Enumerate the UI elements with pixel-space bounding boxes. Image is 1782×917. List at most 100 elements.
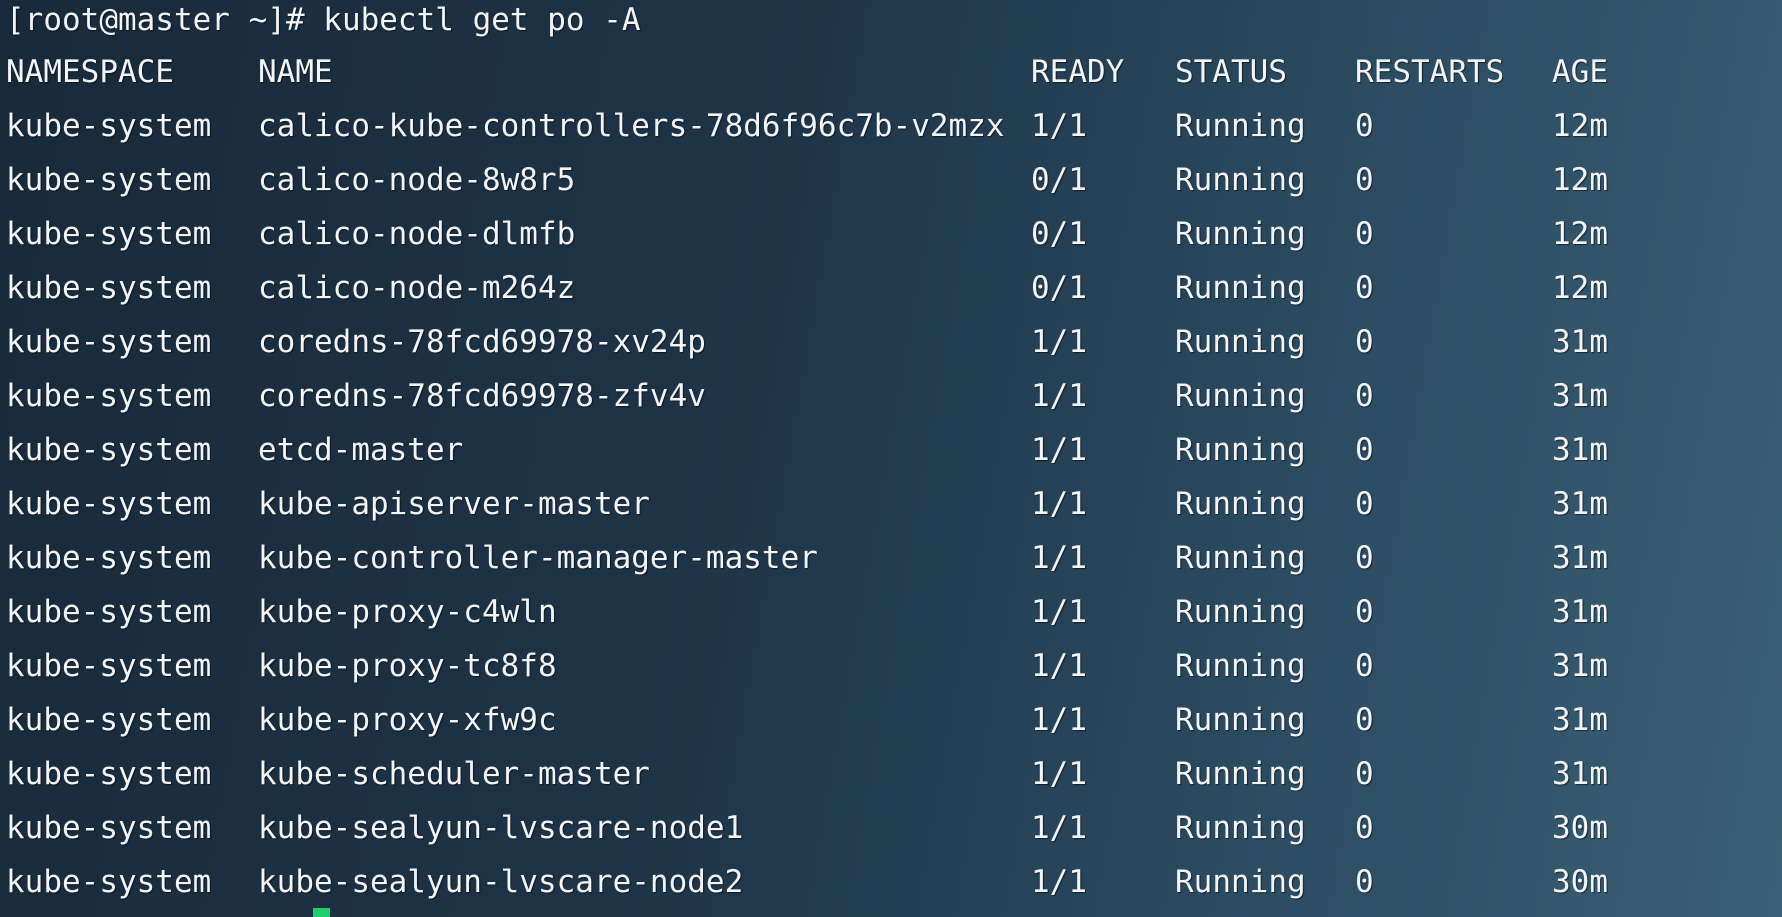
cell-namespace: kube-system xyxy=(6,540,212,576)
cell-status: Running xyxy=(1175,162,1306,198)
cell-status: Running xyxy=(1175,378,1306,414)
cell-restarts: 0 xyxy=(1355,864,1374,900)
cell-namespace: kube-system xyxy=(6,810,212,846)
table-header-row: NAMESPACE NAME READY STATUS RESTARTS AGE xyxy=(0,45,1608,99)
cell-namespace: kube-system xyxy=(6,270,212,306)
cell-ready: 1/1 xyxy=(1031,324,1087,360)
cell-status: Running xyxy=(1175,486,1306,522)
cell-age: 31m xyxy=(1552,324,1608,360)
cell-restarts: 0 xyxy=(1355,432,1374,468)
cell-age: 31m xyxy=(1552,756,1608,792)
command-prompt-line: [root@master ~]# kubectl get po -A xyxy=(6,2,641,38)
cell-namespace: kube-system xyxy=(6,648,212,684)
cell-pod-name: kube-proxy-tc8f8 xyxy=(258,648,557,684)
cell-status: Running xyxy=(1175,594,1306,630)
header-status: STATUS xyxy=(1175,54,1287,90)
cell-restarts: 0 xyxy=(1355,216,1374,252)
cell-restarts: 0 xyxy=(1355,324,1374,360)
cell-pod-name: etcd-master xyxy=(258,432,464,468)
cell-namespace: kube-system xyxy=(6,162,212,198)
cell-ready: 1/1 xyxy=(1031,648,1087,684)
cell-pod-name: calico-node-dlmfb xyxy=(258,216,576,252)
cell-namespace: kube-system xyxy=(6,378,212,414)
cell-ready: 1/1 xyxy=(1031,486,1087,522)
cell-pod-name: calico-node-m264z xyxy=(258,270,576,306)
cell-restarts: 0 xyxy=(1355,810,1374,846)
cell-pod-name: kube-proxy-c4wln xyxy=(258,594,557,630)
cell-namespace: kube-system xyxy=(6,486,212,522)
terminal-window[interactable]: [root@master ~]# kubectl get po -A NAMES… xyxy=(0,0,1782,917)
cell-status: Running xyxy=(1175,864,1306,900)
cell-status: Running xyxy=(1175,108,1306,144)
header-ready: READY xyxy=(1031,54,1125,90)
cell-age: 31m xyxy=(1552,486,1608,522)
cell-namespace: kube-system xyxy=(6,756,212,792)
cell-pod-name: kube-controller-manager-master xyxy=(258,540,818,576)
cell-pod-name: calico-node-8w8r5 xyxy=(258,162,576,198)
cell-age: 12m xyxy=(1552,216,1608,252)
cell-age: 31m xyxy=(1552,648,1608,684)
cell-namespace: kube-system xyxy=(6,324,212,360)
cell-restarts: 0 xyxy=(1355,108,1374,144)
header-restarts: RESTARTS xyxy=(1355,54,1505,90)
cell-namespace: kube-system xyxy=(6,702,212,738)
cell-pod-name: kube-scheduler-master xyxy=(258,756,650,792)
cell-ready: 1/1 xyxy=(1031,594,1087,630)
cell-status: Running xyxy=(1175,270,1306,306)
cell-status: Running xyxy=(1175,540,1306,576)
cell-ready: 0/1 xyxy=(1031,270,1087,306)
cell-ready: 1/1 xyxy=(1031,432,1087,468)
cell-ready: 1/1 xyxy=(1031,702,1087,738)
cell-age: 31m xyxy=(1552,702,1608,738)
cell-status: Running xyxy=(1175,432,1306,468)
cell-namespace: kube-system xyxy=(6,594,212,630)
cell-ready: 1/1 xyxy=(1031,108,1087,144)
cell-age: 30m xyxy=(1552,864,1608,900)
cell-pod-name: kube-apiserver-master xyxy=(258,486,650,522)
cell-namespace: kube-system xyxy=(6,864,212,900)
cell-restarts: 0 xyxy=(1355,378,1374,414)
cell-pod-name: coredns-78fcd69978-zfv4v xyxy=(258,378,706,414)
cell-ready: 0/1 xyxy=(1031,162,1087,198)
cell-pod-name: kube-sealyun-lvscare-node2 xyxy=(258,864,744,900)
cell-pod-name: coredns-78fcd69978-xv24p xyxy=(258,324,706,360)
cell-status: Running xyxy=(1175,648,1306,684)
cell-age: 31m xyxy=(1552,378,1608,414)
cell-restarts: 0 xyxy=(1355,648,1374,684)
cell-restarts: 0 xyxy=(1355,756,1374,792)
cell-status: Running xyxy=(1175,756,1306,792)
cell-restarts: 0 xyxy=(1355,486,1374,522)
cell-status: Running xyxy=(1175,324,1306,360)
cell-pod-name: kube-sealyun-lvscare-node1 xyxy=(258,810,744,846)
cell-namespace: kube-system xyxy=(6,216,212,252)
cell-age: 12m xyxy=(1552,270,1608,306)
cell-status: Running xyxy=(1175,810,1306,846)
cell-status: Running xyxy=(1175,216,1306,252)
cell-age: 31m xyxy=(1552,540,1608,576)
cell-restarts: 0 xyxy=(1355,594,1374,630)
cell-restarts: 0 xyxy=(1355,702,1374,738)
terminal-cursor xyxy=(313,908,330,917)
cell-age: 31m xyxy=(1552,594,1608,630)
cell-age: 30m xyxy=(1552,810,1608,846)
header-name: NAME xyxy=(258,54,333,90)
cell-ready: 1/1 xyxy=(1031,810,1087,846)
cell-pod-name: calico-kube-controllers-78d6f96c7b-v2mzx xyxy=(258,108,1005,144)
cell-restarts: 0 xyxy=(1355,540,1374,576)
header-age: AGE xyxy=(1552,54,1608,90)
cell-ready: 1/1 xyxy=(1031,864,1087,900)
cell-pod-name: kube-proxy-xfw9c xyxy=(258,702,557,738)
cell-namespace: kube-system xyxy=(6,108,212,144)
cell-age: 12m xyxy=(1552,162,1608,198)
cell-ready: 1/1 xyxy=(1031,378,1087,414)
cell-age: 12m xyxy=(1552,108,1608,144)
header-namespace: NAMESPACE xyxy=(6,54,174,90)
cell-restarts: 0 xyxy=(1355,162,1374,198)
cell-ready: 1/1 xyxy=(1031,756,1087,792)
cell-ready: 1/1 xyxy=(1031,540,1087,576)
cell-age: 31m xyxy=(1552,432,1608,468)
cell-namespace: kube-system xyxy=(6,432,212,468)
cell-restarts: 0 xyxy=(1355,270,1374,306)
cell-status: Running xyxy=(1175,702,1306,738)
cell-ready: 0/1 xyxy=(1031,216,1087,252)
